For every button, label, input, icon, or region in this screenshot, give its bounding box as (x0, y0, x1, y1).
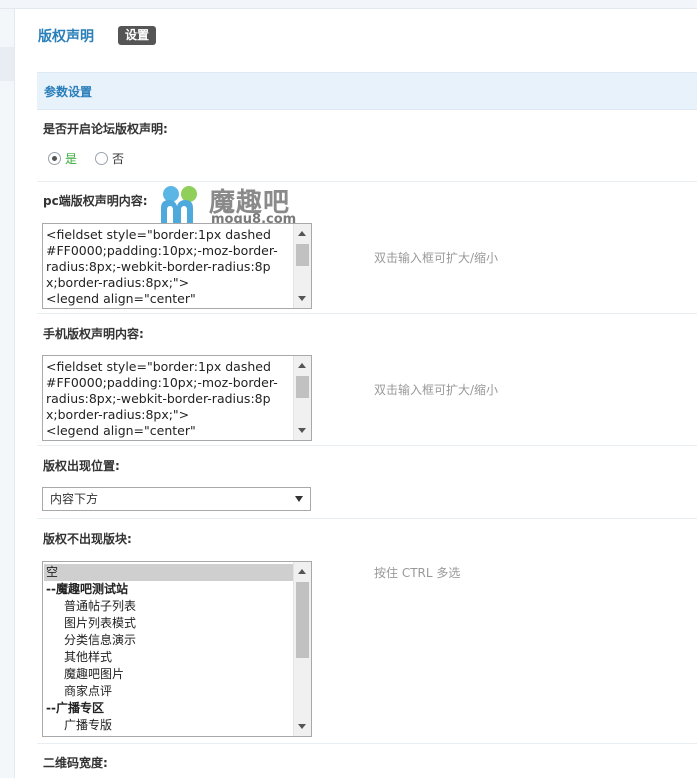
position-select[interactable]: 内容下方 (42, 487, 311, 511)
radio-no-label[interactable]: 否 (112, 150, 124, 167)
chevron-down-icon[interactable] (295, 496, 303, 502)
mobile-content-label: 手机版权声明内容: (43, 327, 144, 341)
watermark-icon (161, 186, 197, 224)
radio-yes[interactable] (48, 151, 61, 165)
forum-copyright-label: 是否开启论坛版权声明: (43, 122, 168, 136)
scroll-up-icon[interactable] (298, 231, 306, 236)
scroll-down-icon[interactable] (298, 428, 306, 433)
list-option[interactable]: 其他样式 (44, 649, 311, 666)
divider (37, 181, 697, 182)
scroll-down-icon[interactable] (298, 296, 306, 301)
list-option[interactable]: 魔趣吧图片 (44, 666, 311, 683)
list-option[interactable]: 商家点评 (44, 683, 311, 700)
radio-yes-label[interactable]: 是 (65, 150, 77, 167)
list-option[interactable]: 普通帖子列表 (44, 598, 311, 615)
left-sidebar-edge (0, 9, 15, 778)
list-option-group[interactable]: --魔趣吧测试站 (44, 581, 293, 598)
section-header: 参数设置 (37, 72, 697, 110)
pc-content-scrollbar[interactable] (293, 224, 311, 308)
pc-content-textarea[interactable]: <fieldset style="border:1px dashed #FF00… (42, 223, 312, 309)
forum-copyright-radio-group: 是 否 (48, 149, 124, 167)
section-title: 参数设置 (44, 85, 93, 99)
list-option[interactable]: 空 (44, 564, 293, 581)
list-option-group[interactable]: --广播专区 (44, 700, 293, 717)
pc-content-text[interactable]: <fieldset style="border:1px dashed #FF00… (46, 227, 282, 307)
divider (37, 518, 697, 519)
sidebar-tab-marker (0, 47, 14, 81)
pc-content-label: pc端版权声明内容: (43, 194, 148, 208)
scroll-thumb[interactable] (296, 244, 309, 266)
scroll-thumb[interactable] (296, 376, 309, 398)
divider (37, 445, 697, 446)
divider (37, 743, 697, 744)
scroll-up-icon[interactable] (298, 363, 306, 368)
top-border (0, 0, 697, 9)
radio-no[interactable] (95, 151, 109, 165)
scroll-thumb[interactable] (296, 582, 309, 658)
list-option[interactable]: 广播专版 (44, 717, 311, 734)
mobile-content-hint: 双击输入框可扩大/缩小 (374, 383, 499, 397)
scroll-down-icon[interactable] (298, 724, 306, 729)
mobile-content-text[interactable]: <fieldset style="border:1px dashed #FF00… (46, 359, 282, 439)
pc-content-hint: 双击输入框可扩大/缩小 (374, 251, 499, 265)
qr-width-label: 二维码宽度: (43, 756, 108, 770)
excluded-blocks-listbox[interactable]: 空 --魔趣吧测试站 普通帖子列表 图片列表模式 分类信息演示 其他样式 魔趣吧… (42, 561, 312, 737)
list-option[interactable]: 图片列表模式 (44, 615, 311, 632)
scroll-up-icon[interactable] (298, 569, 306, 574)
page-title: 版权声明 (38, 29, 94, 45)
position-label: 版权出现位置: (43, 459, 120, 473)
excluded-blocks-scrollbar[interactable] (293, 562, 311, 736)
excluded-blocks-hint: 按住 CTRL 多选 (374, 566, 461, 580)
divider (37, 313, 697, 314)
list-option[interactable]: 分类信息演示 (44, 632, 311, 649)
mobile-content-textarea[interactable]: <fieldset style="border:1px dashed #FF00… (42, 355, 312, 441)
settings-button[interactable]: 设置 (118, 26, 157, 45)
mobile-content-scrollbar[interactable] (293, 356, 311, 440)
position-selected-value: 内容下方 (50, 492, 99, 506)
excluded-blocks-label: 版权不出现版块: (43, 532, 132, 546)
